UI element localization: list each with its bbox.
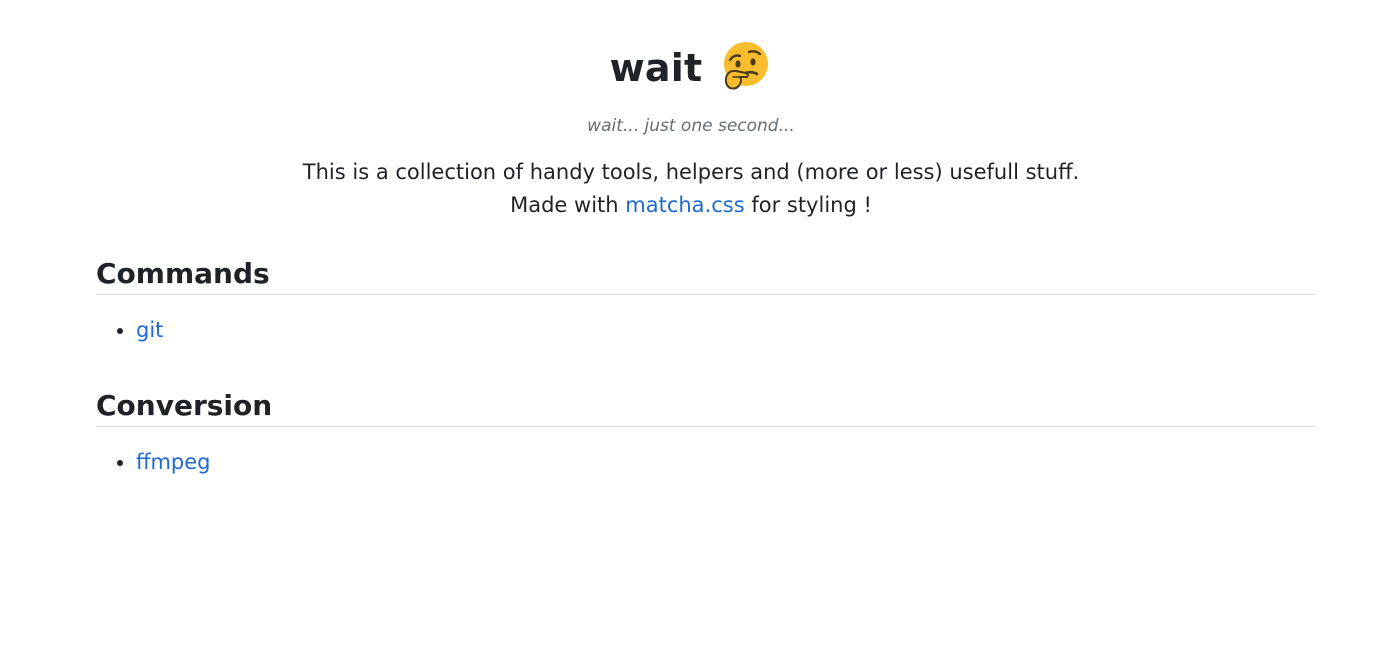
tagline: wait... just one second... bbox=[587, 116, 795, 136]
list-item: git bbox=[136, 315, 1316, 345]
git-link[interactable]: git bbox=[136, 318, 163, 342]
list-item: ffmpeg bbox=[136, 447, 1316, 477]
matcha-css-link[interactable]: matcha.css bbox=[625, 193, 744, 217]
section-heading-commands: Commands bbox=[96, 256, 1316, 295]
page-title: wait bbox=[609, 46, 703, 90]
commands-list: git bbox=[96, 315, 1316, 345]
intro-line-2-prefix: Made with bbox=[510, 193, 626, 217]
section-heading-conversion: Conversion bbox=[96, 388, 1316, 427]
intro-line-2: Made with matcha.css for styling ! bbox=[0, 189, 1382, 222]
page-title-row: wait bbox=[0, 40, 1382, 96]
ffmpeg-link[interactable]: ffmpeg bbox=[136, 450, 211, 474]
intro-line-2-suffix: for styling ! bbox=[744, 193, 872, 217]
thinking-face-icon bbox=[720, 40, 772, 92]
conversion-list: ffmpeg bbox=[96, 447, 1316, 477]
intro-text: This is a collection of handy tools, hel… bbox=[0, 156, 1382, 222]
section-commands: Commands git bbox=[96, 256, 1316, 345]
section-conversion: Conversion ffmpeg bbox=[96, 388, 1316, 477]
intro-line-1: This is a collection of handy tools, hel… bbox=[302, 160, 1080, 184]
